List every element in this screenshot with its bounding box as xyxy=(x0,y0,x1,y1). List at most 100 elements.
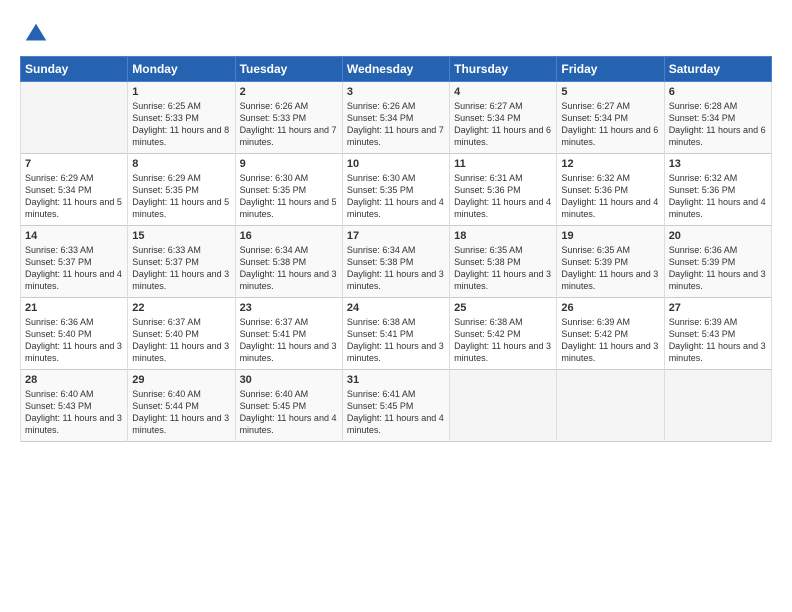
page-container: SundayMondayTuesdayWednesdayThursdayFrid… xyxy=(0,0,792,452)
calendar-cell: 27 Sunrise: 6:39 AMSunset: 5:43 PMDayligh… xyxy=(664,298,771,370)
calendar-cell: 16 Sunrise: 6:34 AMSunset: 5:38 PMDayligh… xyxy=(235,226,342,298)
cell-info: Sunrise: 6:38 AMSunset: 5:42 PMDaylight:… xyxy=(454,316,552,365)
calendar-cell: 17 Sunrise: 6:34 AMSunset: 5:38 PMDayligh… xyxy=(342,226,449,298)
calendar-cell: 2Sunrise: 6:26 AMSunset: 5:33 PMDaylight… xyxy=(235,82,342,154)
calendar-cell: 13 Sunrise: 6:32 AMSunset: 5:36 PMDayligh… xyxy=(664,154,771,226)
col-header-tuesday: Tuesday xyxy=(235,57,342,82)
cell-info: Sunrise: 6:27 AMSunset: 5:34 PMDaylight:… xyxy=(454,100,552,149)
cell-info: Sunrise: 6:29 AMSunset: 5:35 PMDaylight:… xyxy=(132,172,230,221)
day-number: 12 xyxy=(561,158,659,170)
day-number: 16 xyxy=(240,230,338,242)
day-number: 6 xyxy=(669,86,767,98)
calendar-cell: 22 Sunrise: 6:37 AMSunset: 5:40 PMDayligh… xyxy=(128,298,235,370)
cell-info: Sunrise: 6:27 AMSunset: 5:34 PMDaylight:… xyxy=(561,100,659,149)
cell-info: Sunrise: 6:37 AMSunset: 5:40 PMDaylight:… xyxy=(132,316,230,365)
day-number: 26 xyxy=(561,302,659,314)
calendar-cell: 15 Sunrise: 6:33 AMSunset: 5:37 PMDayligh… xyxy=(128,226,235,298)
week-row-0: 1 Sunrise: 6:25 AMSunset: 5:33 PMDaylight… xyxy=(21,82,772,154)
cell-info: Sunrise: 6:35 AMSunset: 5:38 PMDaylight:… xyxy=(454,244,552,293)
header xyxy=(20,16,772,48)
day-number: 13 xyxy=(669,158,767,170)
cell-info: Sunrise: 6:34 AMSunset: 5:38 PMDaylight:… xyxy=(240,244,338,293)
calendar-cell: 29 Sunrise: 6:40 AMSunset: 5:44 PMDayligh… xyxy=(128,370,235,442)
cell-info: Sunrise: 6:38 AMSunset: 5:41 PMDaylight:… xyxy=(347,316,445,365)
logo xyxy=(20,20,50,48)
day-number: 7 xyxy=(25,158,123,170)
day-number: 19 xyxy=(561,230,659,242)
col-header-wednesday: Wednesday xyxy=(342,57,449,82)
day-number: 1 xyxy=(132,86,230,98)
calendar-header-row: SundayMondayTuesdayWednesdayThursdayFrid… xyxy=(21,57,772,82)
cell-info: Sunrise: 6:28 AMSunset: 5:34 PMDaylight:… xyxy=(669,100,767,149)
calendar-cell xyxy=(664,370,771,442)
cell-info: Sunrise: 6:39 AMSunset: 5:43 PMDaylight:… xyxy=(669,316,767,365)
cell-info: Sunrise: 6:30 AMSunset: 5:35 PMDaylight:… xyxy=(240,172,338,221)
calendar-cell: 12 Sunrise: 6:32 AMSunset: 5:36 PMDayligh… xyxy=(557,154,664,226)
day-number: 14 xyxy=(25,230,123,242)
cell-info: Sunrise: 6:30 AMSunset: 5:35 PMDaylight:… xyxy=(347,172,445,221)
calendar-cell xyxy=(21,82,128,154)
cell-info: Sunrise: 6:39 AMSunset: 5:42 PMDaylight:… xyxy=(561,316,659,365)
cell-info: Sunrise: 6:29 AMSunset: 5:34 PMDaylight:… xyxy=(25,172,123,221)
col-header-friday: Friday xyxy=(557,57,664,82)
cell-info: Sunrise: 6:33 AMSunset: 5:37 PMDaylight:… xyxy=(25,244,123,293)
calendar-cell: 30Sunrise: 6:40 AMSunset: 5:45 PMDayligh… xyxy=(235,370,342,442)
cell-info: Sunrise: 6:33 AMSunset: 5:37 PMDaylight:… xyxy=(132,244,230,293)
calendar-cell: 3Sunrise: 6:26 AMSunset: 5:34 PMDaylight… xyxy=(342,82,449,154)
calendar-cell: 28Sunrise: 6:40 AMSunset: 5:43 PMDayligh… xyxy=(21,370,128,442)
day-number: 8 xyxy=(132,158,230,170)
day-number: 21 xyxy=(25,302,123,314)
cell-info: Sunrise: 6:36 AMSunset: 5:40 PMDaylight:… xyxy=(25,316,123,365)
calendar-cell: 6 Sunrise: 6:28 AMSunset: 5:34 PMDaylight… xyxy=(664,82,771,154)
col-header-thursday: Thursday xyxy=(450,57,557,82)
calendar-cell: 5Sunrise: 6:27 AMSunset: 5:34 PMDaylight… xyxy=(557,82,664,154)
cell-info: Sunrise: 6:41 AMSunset: 5:45 PMDaylight:… xyxy=(347,388,445,437)
week-row-3: 21 Sunrise: 6:36 AMSunset: 5:40 PMDayligh… xyxy=(21,298,772,370)
col-header-sunday: Sunday xyxy=(21,57,128,82)
calendar-cell: 21 Sunrise: 6:36 AMSunset: 5:40 PMDayligh… xyxy=(21,298,128,370)
cell-info: Sunrise: 6:32 AMSunset: 5:36 PMDaylight:… xyxy=(669,172,767,221)
day-number: 23 xyxy=(240,302,338,314)
day-number: 31 xyxy=(347,374,445,386)
calendar-cell: 10 Sunrise: 6:30 AMSunset: 5:35 PMDayligh… xyxy=(342,154,449,226)
calendar-cell xyxy=(450,370,557,442)
cell-info: Sunrise: 6:26 AMSunset: 5:34 PMDaylight:… xyxy=(347,100,445,149)
day-number: 29 xyxy=(132,374,230,386)
cell-info: Sunrise: 6:32 AMSunset: 5:36 PMDaylight:… xyxy=(561,172,659,221)
week-row-4: 28Sunrise: 6:40 AMSunset: 5:43 PMDayligh… xyxy=(21,370,772,442)
day-number: 17 xyxy=(347,230,445,242)
calendar-cell: 24 Sunrise: 6:38 AMSunset: 5:41 PMDayligh… xyxy=(342,298,449,370)
calendar-cell: 23 Sunrise: 6:37 AMSunset: 5:41 PMDayligh… xyxy=(235,298,342,370)
calendar-cell: 4 Sunrise: 6:27 AMSunset: 5:34 PMDaylight… xyxy=(450,82,557,154)
day-number: 20 xyxy=(669,230,767,242)
calendar-cell: 19Sunrise: 6:35 AMSunset: 5:39 PMDayligh… xyxy=(557,226,664,298)
cell-info: Sunrise: 6:36 AMSunset: 5:39 PMDaylight:… xyxy=(669,244,767,293)
cell-info: Sunrise: 6:37 AMSunset: 5:41 PMDaylight:… xyxy=(240,316,338,365)
day-number: 15 xyxy=(132,230,230,242)
day-number: 27 xyxy=(669,302,767,314)
day-number: 11 xyxy=(454,158,552,170)
calendar-cell: 1 Sunrise: 6:25 AMSunset: 5:33 PMDaylight… xyxy=(128,82,235,154)
day-number: 25 xyxy=(454,302,552,314)
cell-info: Sunrise: 6:31 AMSunset: 5:36 PMDaylight:… xyxy=(454,172,552,221)
week-row-1: 7 Sunrise: 6:29 AMSunset: 5:34 PMDaylight… xyxy=(21,154,772,226)
day-number: 24 xyxy=(347,302,445,314)
day-number: 4 xyxy=(454,86,552,98)
day-number: 10 xyxy=(347,158,445,170)
week-row-2: 14 Sunrise: 6:33 AMSunset: 5:37 PMDayligh… xyxy=(21,226,772,298)
day-number: 30 xyxy=(240,374,338,386)
calendar-cell: 11 Sunrise: 6:31 AMSunset: 5:36 PMDayligh… xyxy=(450,154,557,226)
day-number: 9 xyxy=(240,158,338,170)
cell-info: Sunrise: 6:40 AMSunset: 5:43 PMDaylight:… xyxy=(25,388,123,437)
cell-info: Sunrise: 6:40 AMSunset: 5:44 PMDaylight:… xyxy=(132,388,230,437)
calendar-cell: 9 Sunrise: 6:30 AMSunset: 5:35 PMDaylight… xyxy=(235,154,342,226)
cell-info: Sunrise: 6:25 AMSunset: 5:33 PMDaylight:… xyxy=(132,100,230,149)
calendar-cell xyxy=(557,370,664,442)
day-number: 22 xyxy=(132,302,230,314)
day-number: 2 xyxy=(240,86,338,98)
cell-info: Sunrise: 6:34 AMSunset: 5:38 PMDaylight:… xyxy=(347,244,445,293)
logo-icon xyxy=(22,20,50,48)
calendar-cell: 31 Sunrise: 6:41 AMSunset: 5:45 PMDayligh… xyxy=(342,370,449,442)
col-header-monday: Monday xyxy=(128,57,235,82)
calendar-cell: 25 Sunrise: 6:38 AMSunset: 5:42 PMDayligh… xyxy=(450,298,557,370)
